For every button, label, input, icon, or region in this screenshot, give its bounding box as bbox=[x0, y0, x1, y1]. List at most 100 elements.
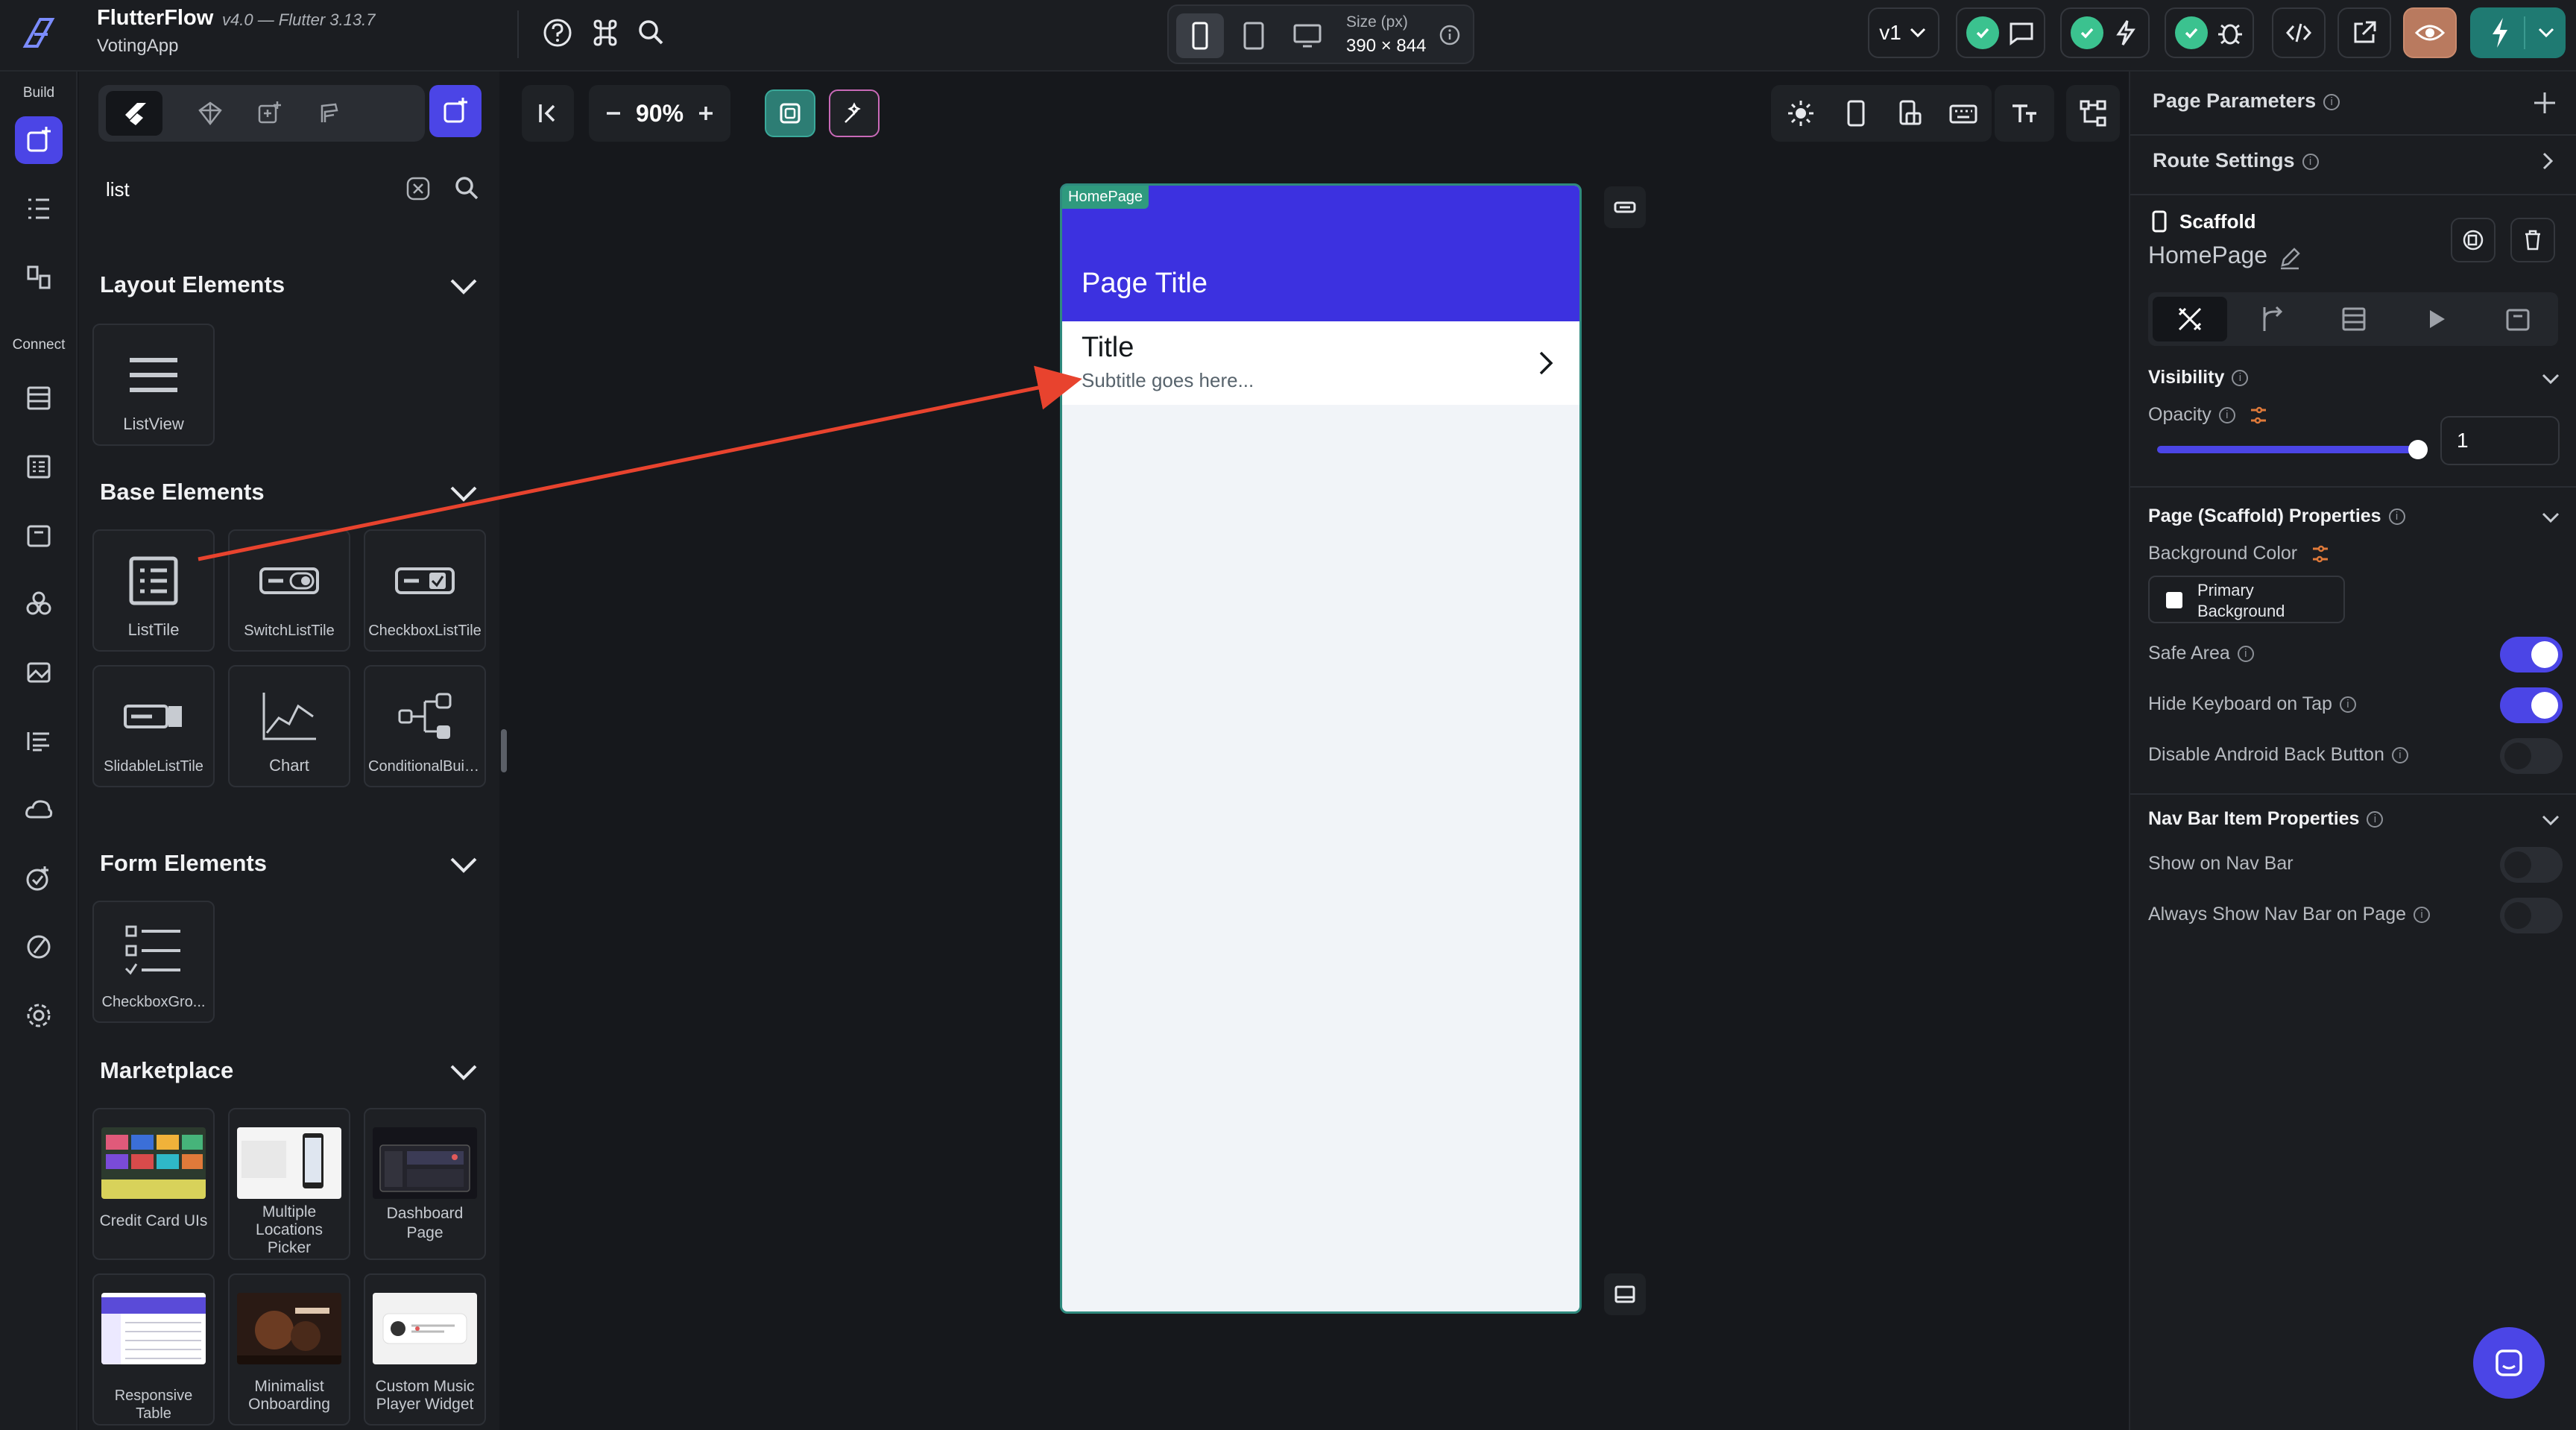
list-tile-subtitle[interactable]: Subtitle goes here... bbox=[1082, 369, 1254, 392]
api-calls-icon[interactable] bbox=[15, 443, 63, 491]
marketplace-responsive-table[interactable]: Responsive Table bbox=[92, 1273, 215, 1426]
page-title[interactable]: Page Title bbox=[1082, 268, 1208, 300]
chevron-down-icon[interactable] bbox=[2539, 367, 2563, 391]
variable-icon[interactable] bbox=[2248, 405, 2269, 426]
copy-icon[interactable] bbox=[2451, 218, 2496, 262]
page-parameters-row[interactable]: Page Parameters i bbox=[2130, 89, 2576, 127]
design-system-icon[interactable] bbox=[15, 923, 63, 971]
widget-listview[interactable]: ListView bbox=[92, 324, 215, 446]
backend-query-tab-icon[interactable] bbox=[2317, 297, 2391, 341]
database-icon[interactable] bbox=[15, 374, 63, 422]
marketplace-minimalist-onboarding[interactable]: Minimalist Onboarding bbox=[228, 1273, 350, 1426]
select-mode-icon[interactable] bbox=[765, 89, 815, 137]
variable-icon[interactable] bbox=[2310, 544, 2331, 564]
app-state-icon[interactable] bbox=[15, 511, 63, 559]
chevron-down-icon[interactable] bbox=[2539, 808, 2563, 832]
eye-icon[interactable] bbox=[2403, 7, 2457, 58]
logo-icon[interactable] bbox=[18, 12, 60, 54]
widget-switchlisttile[interactable]: SwitchListTile bbox=[228, 529, 350, 652]
widget-conditionalbuilder[interactable]: ConditionalBuild... bbox=[364, 665, 486, 787]
search-icon[interactable] bbox=[635, 16, 668, 49]
phone-preview[interactable]: HomePage Page Title Title Subtitle goes … bbox=[1060, 183, 1582, 1314]
custom-widgets-tab-icon[interactable] bbox=[242, 91, 298, 136]
marketplace-custom-music-player[interactable]: Custom Music Player Widget bbox=[364, 1273, 486, 1426]
add-parameter-icon[interactable] bbox=[2531, 89, 2558, 116]
show-nav-bar-toggle[interactable] bbox=[2500, 847, 2563, 883]
chevron-down-icon[interactable] bbox=[447, 848, 480, 881]
media-assets-icon[interactable] bbox=[15, 649, 63, 696]
cloud-functions-icon[interactable] bbox=[15, 786, 63, 834]
theme-icon[interactable] bbox=[15, 580, 63, 628]
flutter-widgets-tab-icon[interactable] bbox=[106, 91, 162, 136]
edit-icon[interactable] bbox=[2278, 246, 2302, 270]
debug-status[interactable] bbox=[2165, 7, 2254, 58]
widget-checkboxgroup[interactable]: CheckboxGro... bbox=[92, 901, 215, 1023]
marketplace-dashboard-page[interactable]: Dashboard Page bbox=[364, 1108, 486, 1260]
components-tab-icon[interactable] bbox=[182, 91, 239, 136]
clear-icon[interactable] bbox=[404, 174, 432, 203]
custom-code-icon[interactable] bbox=[15, 717, 63, 765]
properties-tab-icon[interactable] bbox=[2153, 297, 2227, 341]
run-button[interactable] bbox=[2470, 7, 2566, 58]
chevron-down-icon[interactable] bbox=[447, 1056, 480, 1089]
chevron-down-icon[interactable] bbox=[447, 270, 480, 303]
component-tree-icon[interactable] bbox=[2066, 85, 2120, 142]
delete-icon[interactable] bbox=[2510, 218, 2555, 262]
desktop-icon[interactable] bbox=[1284, 13, 1331, 58]
app-bar[interactable]: HomePage Page Title bbox=[1062, 186, 1579, 321]
text-scale-icon[interactable] bbox=[1995, 85, 2054, 142]
search-icon[interactable] bbox=[452, 173, 482, 203]
rotate-device-icon[interactable] bbox=[1895, 98, 1925, 128]
panel-resize-handle[interactable] bbox=[501, 729, 507, 772]
tablet-icon[interactable] bbox=[1230, 13, 1278, 58]
zoom-in-icon[interactable] bbox=[695, 102, 717, 125]
opacity-slider-handle[interactable] bbox=[2408, 440, 2428, 459]
help-icon[interactable] bbox=[541, 16, 574, 49]
external-link-icon[interactable] bbox=[2337, 7, 2391, 58]
marketplace-multiple-locations-picker[interactable]: Multiple Locations Picker bbox=[228, 1108, 350, 1260]
widget-name[interactable]: HomePage bbox=[2148, 242, 2267, 269]
support-chat-button[interactable] bbox=[2473, 1327, 2545, 1399]
marketplace-credit-card-uis[interactable]: Credit Card UIs bbox=[92, 1108, 215, 1260]
collab-status[interactable] bbox=[1956, 7, 2045, 58]
widget-listtile[interactable]: ListTile bbox=[92, 529, 215, 652]
keyboard-toggle-icon[interactable] bbox=[1604, 186, 1646, 228]
animations-tab-icon[interactable] bbox=[2399, 297, 2473, 341]
background-color-picker[interactable]: Primary Background bbox=[2148, 576, 2345, 623]
bottom-sheet-icon[interactable] bbox=[1604, 1273, 1646, 1315]
collapse-panel-icon[interactable] bbox=[522, 85, 574, 142]
size-value[interactable]: 390 × 844 bbox=[1346, 36, 1426, 57]
magic-tool-icon[interactable] bbox=[829, 89, 880, 137]
widget-palette-icon[interactable] bbox=[15, 116, 63, 164]
info-icon[interactable] bbox=[1439, 24, 1461, 46]
hide-keyboard-toggle[interactable] bbox=[2500, 687, 2563, 723]
opacity-slider[interactable] bbox=[2157, 440, 2428, 459]
chevron-down-icon[interactable] bbox=[447, 477, 480, 510]
always-show-nav-toggle[interactable] bbox=[2500, 898, 2563, 933]
chevron-right-icon[interactable] bbox=[2536, 149, 2560, 173]
route-settings-row[interactable]: Route Settings i bbox=[2130, 149, 2576, 186]
build-status[interactable] bbox=[2060, 7, 2150, 58]
templates-tab-icon[interactable] bbox=[301, 91, 358, 136]
zoom-out-icon[interactable] bbox=[602, 102, 625, 125]
add-widget-button[interactable] bbox=[429, 85, 482, 137]
widget-slidablelisttile[interactable]: SlidableListTile bbox=[92, 665, 215, 787]
list-tile[interactable]: Title Subtitle goes here... bbox=[1062, 321, 1579, 405]
project-name[interactable]: VotingApp bbox=[97, 36, 178, 57]
search-input[interactable] bbox=[106, 168, 404, 210]
safe-area-toggle[interactable] bbox=[2500, 637, 2563, 673]
actions-tab-icon[interactable] bbox=[2235, 297, 2309, 341]
widget-checkboxlisttile[interactable]: CheckboxListTile bbox=[364, 529, 486, 652]
storyboard-icon[interactable] bbox=[15, 253, 63, 301]
phone-icon[interactable] bbox=[1176, 13, 1224, 58]
settings-icon[interactable] bbox=[15, 992, 63, 1039]
widget-chart[interactable]: Chart bbox=[228, 665, 350, 787]
device-frame-icon[interactable] bbox=[1841, 98, 1871, 128]
chevron-down-icon[interactable] bbox=[2539, 505, 2563, 529]
command-icon[interactable] bbox=[589, 16, 622, 49]
widget-tree-icon[interactable] bbox=[15, 185, 63, 233]
disable-back-toggle[interactable] bbox=[2500, 738, 2563, 774]
keyboard-icon[interactable] bbox=[1948, 98, 1978, 128]
tests-icon[interactable] bbox=[15, 854, 63, 902]
list-tile-title[interactable]: Title bbox=[1082, 332, 1134, 364]
